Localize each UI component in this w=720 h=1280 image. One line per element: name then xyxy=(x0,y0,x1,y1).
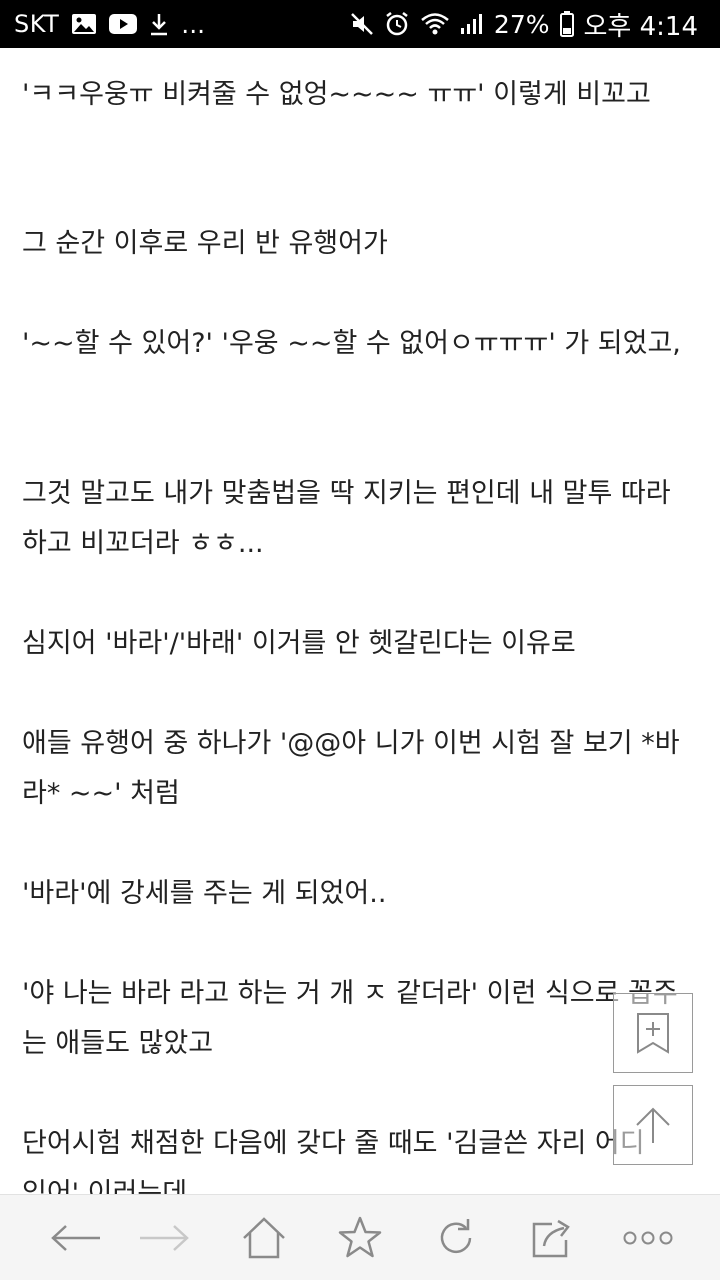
paragraph-line: 그 순간 이후로 우리 반 유행어가 xyxy=(22,228,388,259)
download-icon xyxy=(149,12,169,36)
favorite-button[interactable] xyxy=(330,1215,390,1265)
paragraph-line: '야 나는 바라 라고 하는 거 개 ㅈ 같더라' 이런 식으로 꼽주 xyxy=(22,978,678,1009)
paragraph-line: 라* ~~' 처럼 xyxy=(22,778,180,809)
paragraph-line: 하고 비꼬더라 ㅎㅎ... xyxy=(22,528,264,559)
mute-icon xyxy=(350,12,374,36)
home-icon xyxy=(241,1216,287,1264)
paragraph-line: '~~할 수 있어?' '우웅 ~~할 수 없어ㅇㅠㅠㅠ' 가 되었고, xyxy=(22,328,681,359)
wifi-icon xyxy=(420,12,450,36)
bookmark-button[interactable] xyxy=(613,993,693,1073)
bookmark-add-icon xyxy=(635,1011,671,1055)
article-body: 'ㅋㅋ우웅ㅠ 비켜줄 수 없엉~~~~ ㅠㅠ' 이렇게 비꼬고 그 순간 이후로… xyxy=(22,48,698,1194)
more-notifications-indicator: ... xyxy=(181,9,206,39)
paragraph-line: 있어' 이러는데 xyxy=(22,1178,188,1194)
arrow-up-icon xyxy=(631,1103,675,1147)
scroll-top-button[interactable] xyxy=(613,1085,693,1165)
paragraph-line: 'ㅋㅋ우웅ㅠ 비켜줄 수 없엉~~~~ ㅠㅠ' 이렇게 비꼬고 xyxy=(22,79,651,110)
youtube-icon xyxy=(109,14,138,34)
status-bar-left: SKT ... xyxy=(14,10,217,39)
star-icon xyxy=(337,1216,383,1264)
share-icon xyxy=(530,1216,574,1264)
paragraph-line: 심지어 '바라'/'바래' 이거를 안 헷갈린다는 이유로 xyxy=(22,628,576,659)
status-bar: SKT ... 27% 오후 4:14 xyxy=(0,0,720,48)
clock-time: 오후 4:14 xyxy=(583,11,699,42)
refresh-button[interactable] xyxy=(426,1215,486,1265)
home-button[interactable] xyxy=(234,1215,294,1265)
more-icon xyxy=(622,1230,674,1250)
paragraph-line: 애들 유행어 중 하나가 '@@아 니가 이번 시험 잘 보기 *바 xyxy=(22,728,680,759)
bottom-nav-bar xyxy=(0,1194,720,1280)
share-button[interactable] xyxy=(522,1215,582,1265)
back-arrow-icon xyxy=(50,1223,102,1257)
image-icon xyxy=(71,13,97,35)
battery-percent: 27% xyxy=(493,9,550,39)
paragraph-line: 는 애들도 많았고 xyxy=(22,1028,214,1059)
paragraph-line: '바라'에 강세를 주는 게 되었어.. xyxy=(22,878,387,909)
refresh-icon xyxy=(435,1217,477,1263)
back-button[interactable] xyxy=(46,1215,106,1265)
forward-button[interactable] xyxy=(134,1215,194,1265)
paragraph-line: 단어시험 채점한 다음에 갖다 줄 때도 '김글쓴 자리 어디 xyxy=(22,1128,645,1159)
paragraph-line: 그것 말고도 내가 맞춤법을 딱 지키는 편인데 내 말투 따라 xyxy=(22,478,671,509)
status-bar-right: 27% 오후 4:14 xyxy=(340,6,698,43)
more-button[interactable] xyxy=(618,1215,678,1265)
signal-icon xyxy=(460,12,484,36)
carrier-label: SKT xyxy=(14,10,60,38)
battery-icon xyxy=(559,11,574,37)
alarm-icon xyxy=(384,11,410,37)
forward-arrow-icon xyxy=(138,1223,190,1257)
